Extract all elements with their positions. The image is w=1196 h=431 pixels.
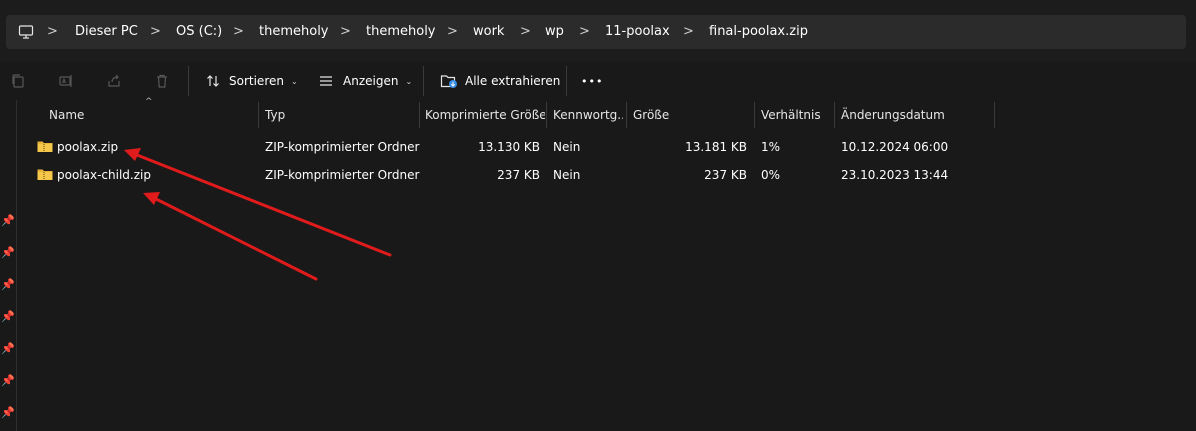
annotation-arrow [143,192,318,281]
annotation-arrows [124,148,392,281]
